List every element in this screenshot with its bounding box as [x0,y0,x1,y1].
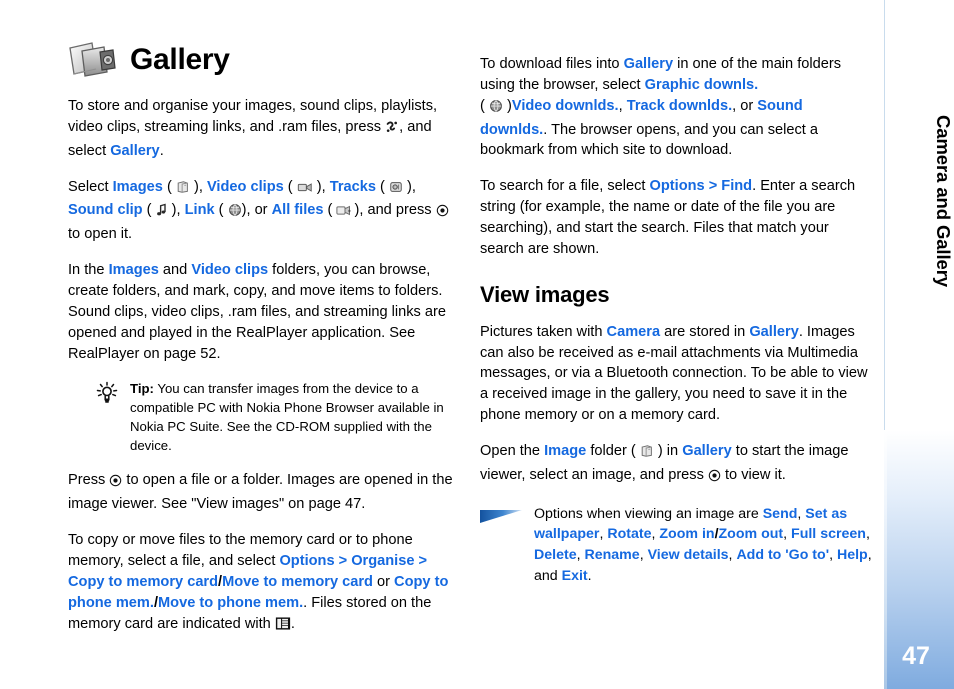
link-globe-icon [228,203,242,224]
manual-page: Gallery To store and organise your image… [0,0,954,689]
menu-key-icon [385,120,399,141]
right-text-column: To download files into Gallery in one of… [480,0,872,598]
blue-wedge-note-icon [480,509,524,525]
link-images-2[interactable]: Images [109,262,159,278]
page-title-row: Gallery [68,38,464,82]
note-text: Options when viewing an image are Send, … [534,505,872,584]
note-block: Options when viewing an image are Send, … [480,504,872,586]
tip-block: Tip: You can transfer images from the de… [68,379,464,455]
link-tracks[interactable]: Tracks [330,179,376,195]
paragraph-select: Select Images ( ), Video clips ( ), Trac… [68,177,464,246]
link-add-to-go-to[interactable]: Add to 'Go to' [736,547,829,563]
link-image[interactable]: Image [544,443,586,459]
link-move-to-phone-mem[interactable]: Move to phone mem. [158,595,303,611]
paragraph-copy-move: To copy or move files to the memory card… [68,530,464,637]
link-send[interactable]: Send [763,506,798,522]
paragraph-download: To download files into Gallery in one of… [480,56,842,159]
link-video-downlds[interactable]: Video downlds. [512,98,619,114]
link-rename[interactable]: Rename [584,547,639,563]
link-images[interactable]: Images [113,179,163,195]
paragraph-press-open: Press to open a file or a folder. Images… [68,472,453,513]
paragraph-intro: To store and organise your images, sound… [68,98,438,159]
sound-clip-icon [156,203,168,224]
page-number: 47 [902,642,930,670]
scroll-key-icon [436,203,449,224]
link-full-screen[interactable]: Full screen [791,526,866,542]
gallery-camera-icon [66,38,122,82]
tip-label: Tip: [130,381,154,397]
link-zoom-out[interactable]: Zoom out [719,526,784,542]
paragraph-find: To search for a file, select Options > F… [480,178,856,257]
tip-text: Tip: You can transfer images from the de… [130,381,444,454]
images-folder-icon [640,444,654,465]
video-clips-icon [297,180,313,201]
link-all-files[interactable]: All files [272,202,324,218]
link-help[interactable]: Help [837,547,868,563]
page-title: Gallery [130,43,230,76]
link-link[interactable]: Link [185,202,215,218]
chapter-sidebar: Camera and Gallery 47 [884,0,954,689]
left-text-column: Gallery To store and organise your image… [68,0,464,652]
paragraph-folders: In the Images and Video clips folders, y… [68,262,446,362]
link-gallery-4[interactable]: Gallery [682,443,732,459]
link-track-downlds[interactable]: Track downlds. [627,98,732,114]
link-exit[interactable]: Exit [562,568,588,584]
link-graphic-downls[interactable]: Graphic downls. [645,77,759,93]
link-gallery[interactable]: Gallery [110,143,160,159]
paragraph-pictures: Pictures taken with Camera are stored in… [480,323,868,424]
link-video-clips-2[interactable]: Video clips [191,262,268,278]
link-move-to-memory-card[interactable]: Move to memory card [222,574,373,590]
link-zoom-in[interactable]: Zoom in [659,526,714,542]
link-video-clips[interactable]: Video clips [207,179,284,195]
all-files-icon [336,203,354,224]
link-delete[interactable]: Delete [534,547,577,563]
section-heading-view-images: View images [480,281,610,307]
light-bulb-tip-icon [94,381,120,405]
link-globe-icon [489,99,503,120]
link-gallery-2[interactable]: Gallery [624,56,674,72]
link-rotate[interactable]: Rotate [607,526,651,542]
scroll-key-icon [708,468,721,489]
link-gallery-3[interactable]: Gallery [749,324,799,340]
link-camera[interactable]: Camera [607,324,661,340]
images-folder-icon [176,180,190,201]
scroll-key-icon [109,473,122,494]
link-options-find[interactable]: Options > Find [650,178,753,194]
link-view-details[interactable]: View details [648,547,729,563]
memory-card-icon [275,616,291,638]
paragraph-open-image: Open the Image folder ( ) in Gallery to … [480,441,872,489]
link-sound-clip[interactable]: Sound clip [68,202,143,218]
tracks-icon [389,180,403,201]
chapter-label: Camera and Gallery [933,115,954,287]
